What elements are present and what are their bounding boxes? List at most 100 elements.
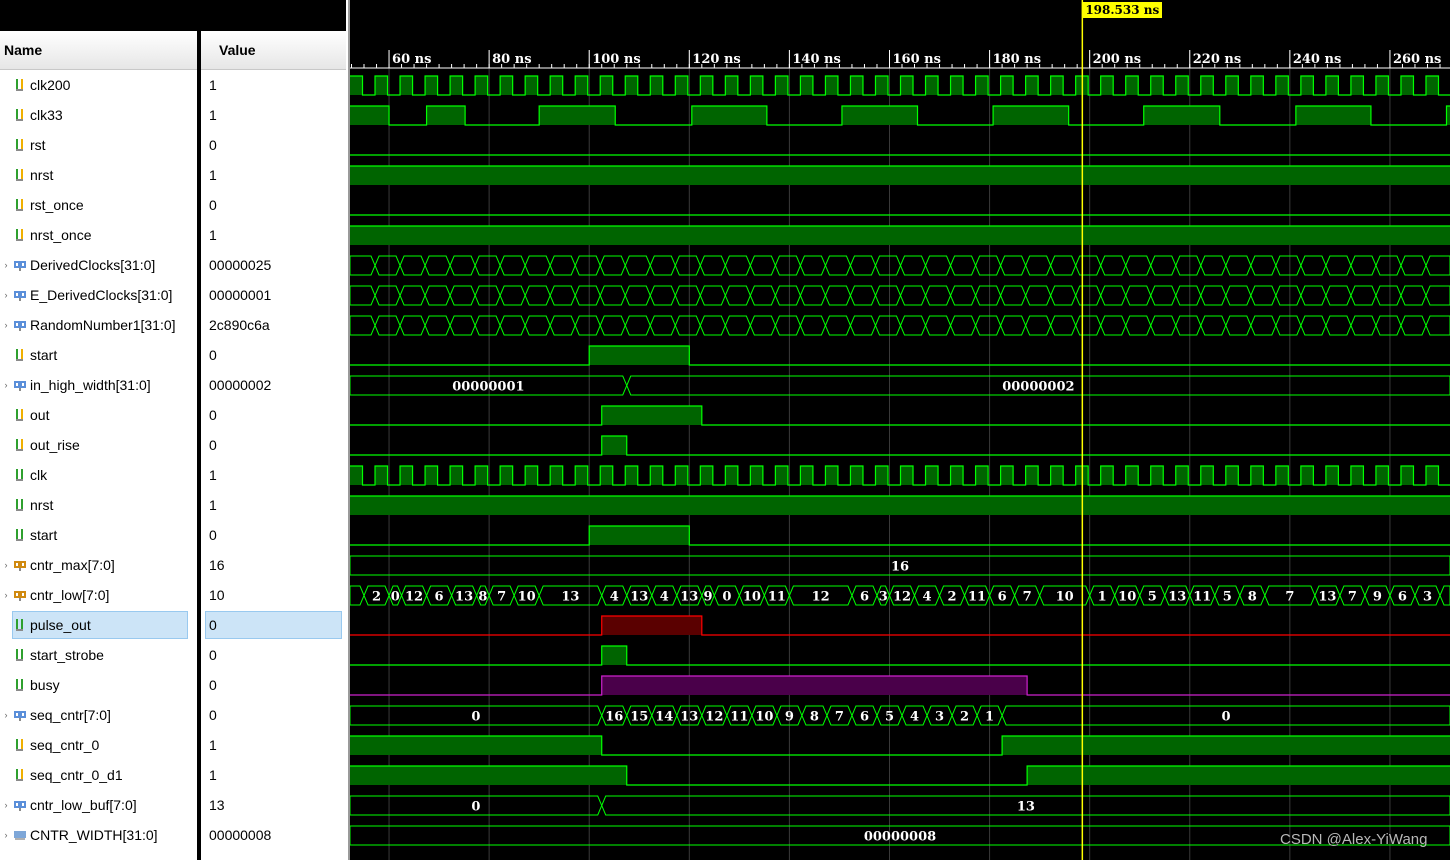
value-row[interactable]: 1 — [201, 460, 346, 490]
value-row[interactable]: 0 — [201, 430, 346, 460]
value-row[interactable]: 0 — [201, 340, 346, 370]
high-fill — [1125, 76, 1139, 95]
expand-chevron-icon[interactable]: › — [2, 370, 10, 400]
value-row[interactable]: 0 — [201, 610, 346, 640]
level-trace — [350, 435, 1450, 456]
value-row[interactable]: 0 — [201, 520, 346, 550]
expand-chevron-icon[interactable]: › — [2, 580, 10, 610]
value-row[interactable]: 00000008 — [201, 820, 346, 850]
high-fill — [1325, 466, 1339, 485]
signal-row[interactable]: › RandomNumber1[31:0] — [0, 310, 197, 340]
waveform-out — [350, 405, 1450, 426]
signal-value: 00000025 — [209, 257, 272, 273]
signal-value: 0 — [209, 527, 217, 543]
high-fill — [975, 466, 989, 485]
signal-row[interactable]: out — [0, 400, 197, 430]
high-fill — [475, 466, 488, 485]
value-row[interactable]: 0 — [201, 400, 346, 430]
bus-icon — [13, 258, 27, 272]
signal-row[interactable]: seq_cntr_0 — [0, 730, 197, 760]
signal-row[interactable]: › in_high_width[31:0] — [0, 370, 197, 400]
signal-row[interactable]: start_strobe — [0, 640, 197, 670]
signal-row[interactable]: rst_once — [0, 190, 197, 220]
high-fill — [601, 676, 1028, 695]
signal-row[interactable]: pulse_out — [0, 610, 197, 640]
signal-name: cntr_low[7:0] — [30, 587, 110, 603]
value-row[interactable]: 00000001 — [201, 280, 346, 310]
signal-row[interactable]: › E_DerivedClocks[31:0] — [0, 280, 197, 310]
bus-segment — [799, 315, 826, 336]
signal-row[interactable]: nrst — [0, 490, 197, 520]
value-row[interactable]: 10 — [201, 580, 346, 610]
value-row[interactable]: 1 — [201, 220, 346, 250]
waveform-canvas[interactable]: 60 ns 80 ns 100 ns 120 ns 140 ns 160 ns 180 ns… — [350, 0, 1450, 860]
value-row[interactable]: 16 — [201, 550, 346, 580]
signal-row[interactable]: seq_cntr_0_d1 — [0, 760, 197, 790]
signal-row[interactable]: › cntr_max[7:0] — [0, 550, 197, 580]
bus-segment — [799, 255, 826, 276]
signal-value: 00000001 — [209, 287, 272, 303]
value-row[interactable]: 1 — [201, 490, 346, 520]
expand-chevron-icon[interactable]: › — [2, 250, 10, 280]
bus-segment — [399, 285, 426, 306]
signal-name: cntr_max[7:0] — [30, 557, 115, 573]
signal-row[interactable]: nrst_once — [0, 220, 197, 250]
bit-icon — [13, 78, 27, 92]
port-bus-icon — [13, 558, 27, 572]
high-fill — [1025, 76, 1039, 95]
value-row[interactable]: 1 — [201, 160, 346, 190]
signal-name: busy — [30, 677, 60, 693]
value-row[interactable]: 1 — [201, 70, 346, 100]
cursor-time-label[interactable]: 198.533 ns — [1082, 2, 1163, 18]
signal-row[interactable]: clk33 — [0, 100, 197, 130]
signal-row[interactable]: nrst — [0, 160, 197, 190]
signal-row[interactable]: clk200 — [0, 70, 197, 100]
value-row[interactable]: 00000025 — [201, 250, 346, 280]
bus-segment — [1200, 285, 1227, 306]
expand-chevron-icon[interactable]: › — [2, 310, 10, 340]
expand-chevron-icon[interactable]: › — [2, 820, 10, 850]
expand-chevron-icon[interactable]: › — [2, 790, 10, 820]
bus-value-label: 4 — [660, 590, 669, 605]
value-row[interactable]: 1 — [201, 760, 346, 790]
signal-row[interactable]: start — [0, 340, 197, 370]
signal-row[interactable]: rst — [0, 130, 197, 160]
bus-segment — [1375, 285, 1402, 306]
value-row[interactable]: 1 — [201, 100, 346, 130]
waveform-seq_cntr_0_d1 — [350, 765, 1450, 786]
signal-row[interactable]: › CNTR_WIDTH[31:0] — [0, 820, 197, 850]
signal-value: 0 — [209, 647, 217, 663]
signal-row[interactable]: › cntr_low_buf[7:0] — [0, 790, 197, 820]
signal-row[interactable]: › seq_cntr[7:0] — [0, 700, 197, 730]
bus-value-label: 12 — [405, 590, 423, 605]
expand-chevron-icon[interactable]: › — [2, 280, 10, 310]
name-column-header[interactable]: Name — [0, 31, 197, 70]
value-row[interactable]: 00000002 — [201, 370, 346, 400]
value-column-header[interactable]: Value — [201, 31, 346, 70]
value-row[interactable]: 0 — [201, 640, 346, 670]
value-row[interactable]: 0 — [201, 130, 346, 160]
signal-row[interactable]: › DerivedClocks[31:0] — [0, 250, 197, 280]
signal-row[interactable]: busy — [0, 670, 197, 700]
value-row[interactable]: 0 — [201, 190, 346, 220]
signal-row[interactable]: start — [0, 520, 197, 550]
expand-chevron-icon[interactable]: › — [2, 550, 10, 580]
value-row[interactable]: 13 — [201, 790, 346, 820]
signal-row[interactable]: out_rise — [0, 430, 197, 460]
high-fill — [1375, 466, 1389, 485]
value-row[interactable]: 1 — [201, 730, 346, 760]
signal-row[interactable]: clk — [0, 460, 197, 490]
value-row[interactable]: 2c890c6a — [201, 310, 346, 340]
bus-segment — [1400, 315, 1427, 336]
bus-segment — [1375, 315, 1402, 336]
bus-segment — [1125, 315, 1152, 336]
bus-segment — [849, 255, 877, 276]
bus-segment — [924, 285, 952, 306]
expand-chevron-icon[interactable]: › — [2, 700, 10, 730]
value-row[interactable]: 0 — [201, 670, 346, 700]
signal-row[interactable]: › cntr_low[7:0] — [0, 580, 197, 610]
high-fill — [425, 466, 438, 485]
signal-name: RandomNumber1[31:0] — [30, 317, 176, 333]
value-row[interactable]: 0 — [201, 700, 346, 730]
bus-segment — [1275, 315, 1302, 336]
